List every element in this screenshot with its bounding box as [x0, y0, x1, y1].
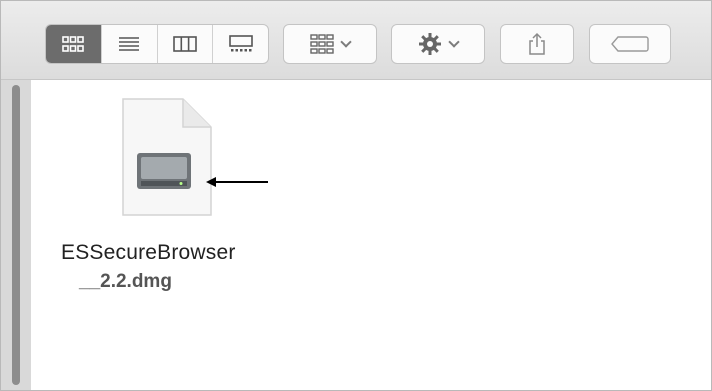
- finder-window: ESSecureBrowser __2.2.dmg: [0, 0, 712, 391]
- gallery-view-icon: [228, 35, 253, 52]
- share-icon: [529, 32, 545, 55]
- tag-button[interactable]: [589, 24, 671, 64]
- list-view-button[interactable]: [102, 25, 158, 63]
- column-view-icon: [173, 36, 197, 52]
- column-view-button[interactable]: [158, 25, 214, 63]
- list-view-icon: [119, 37, 140, 51]
- grid-group-icon: [310, 34, 334, 54]
- chevron-down-icon: [340, 36, 352, 48]
- tag-icon: [611, 36, 649, 52]
- file-name-extension: __2.2.dmg: [79, 271, 172, 292]
- icon-view-button[interactable]: [46, 25, 102, 63]
- share-button[interactable]: [500, 24, 574, 64]
- action-button[interactable]: [391, 24, 485, 64]
- toolbar: [1, 1, 711, 80]
- icon-view-icon: [62, 36, 85, 52]
- pointer-arrow: [206, 177, 268, 187]
- file-name: ESSecureBrowser: [61, 241, 236, 264]
- disk-image-icon: [122, 98, 212, 216]
- group-by-button[interactable]: [283, 24, 377, 64]
- file-item-dmg[interactable]: ESSecureBrowser __2.2.dmg: [61, 97, 271, 307]
- view-mode-segmented-control: [45, 24, 269, 64]
- gear-icon: [419, 33, 441, 55]
- chevron-down-icon: [448, 36, 460, 48]
- gallery-view-button[interactable]: [213, 25, 268, 63]
- scrollbar-thumb[interactable]: [12, 85, 20, 385]
